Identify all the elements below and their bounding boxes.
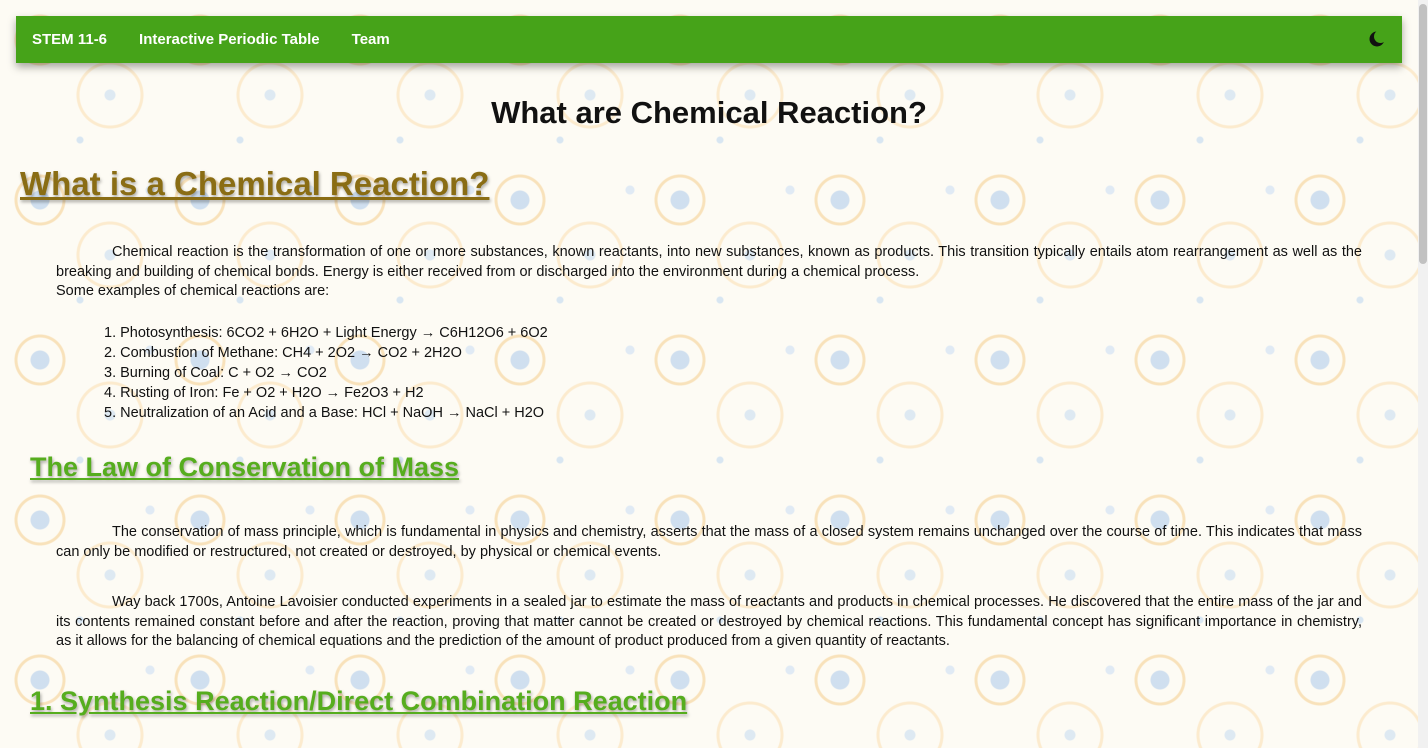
chemical-reaction-paragraph: Chemical reaction is the transformation …	[56, 244, 1362, 280]
moon-icon[interactable]	[1368, 30, 1387, 48]
list-item: 1. Photosynthesis: 6CO2 + 6H2O + Light E…	[104, 325, 548, 341]
conservation-paragraph-2: Way back 1700s, Antoine Lavoisier conduc…	[56, 594, 1362, 649]
examples-list: 1. Photosynthesis: 6CO2 + 6H2O + Light E…	[104, 323, 548, 423]
page: STEM 11-6 Interactive Periodic Table Tea…	[0, 0, 1418, 748]
page-title: What are Chemical Reaction?	[491, 95, 927, 130]
section-heading-conservation-of-mass: The Law of Conservation of Mass	[30, 452, 460, 482]
list-item: 3. Burning of Coal: C + O2 → CO2	[104, 365, 327, 381]
list-item: 4. Rusting of Iron: Fe + O2 + H2O → Fe2O…	[104, 385, 424, 401]
scrollbar-thumb[interactable]	[1419, 4, 1427, 264]
examples-intro: Some examples of chemical reactions are:	[56, 283, 330, 299]
vertical-scrollbar[interactable]	[1418, 0, 1428, 748]
list-item: 2. Combustion of Methane: CH4 + 2O2 → CO…	[104, 345, 462, 361]
nav-link-periodic-table[interactable]: Interactive Periodic Table	[139, 31, 320, 48]
section-heading-chemical-reaction: What is a Chemical Reaction?	[20, 165, 490, 202]
nav-brand-link[interactable]: STEM 11-6	[32, 31, 107, 48]
navbar: STEM 11-6 Interactive Periodic Table Tea…	[16, 16, 1402, 63]
section-heading-synthesis-reaction: 1. Synthesis Reaction/Direct Combination…	[30, 686, 688, 716]
conservation-paragraph-1: The conservation of mass principle, whic…	[56, 524, 1362, 560]
nav-link-team[interactable]: Team	[352, 31, 390, 48]
list-item: 5. Neutralization of an Acid and a Base:…	[104, 405, 545, 421]
